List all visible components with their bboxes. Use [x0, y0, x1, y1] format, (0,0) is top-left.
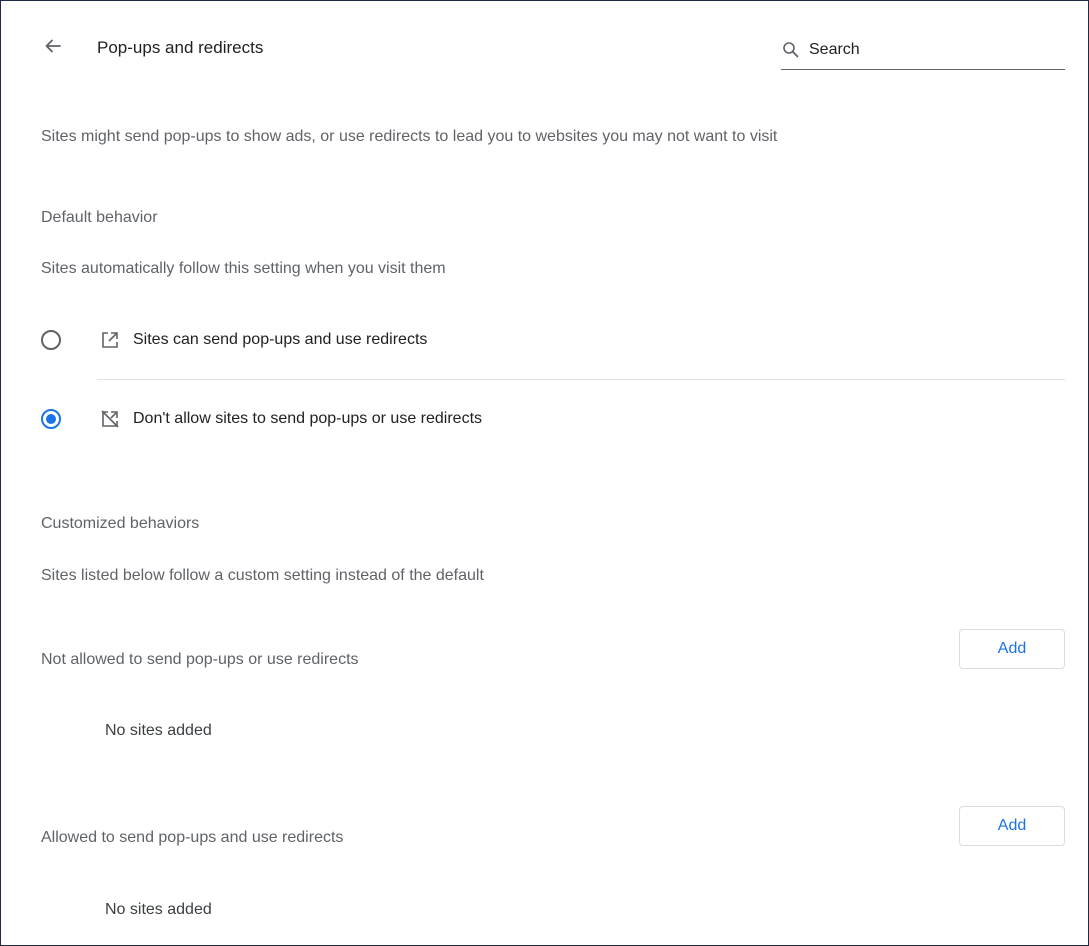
page-title: Pop-ups and redirects: [97, 38, 264, 57]
default-behavior-heading: Default behavior: [41, 209, 158, 226]
option-divider: [97, 379, 1065, 380]
search-icon: [781, 40, 801, 60]
customized-behaviors-subtext: Sites listed below follow a custom setti…: [41, 567, 484, 584]
popup-blocked-icon: [99, 408, 121, 430]
default-behavior-subtext: Sites automatically follow this setting …: [41, 260, 446, 277]
radio-button-allow[interactable]: [41, 330, 61, 350]
search-input[interactable]: [809, 41, 1049, 59]
back-button[interactable]: [37, 33, 69, 63]
radio-option-block[interactable]: Don't allow sites to send pop-ups or use…: [37, 397, 1065, 441]
customized-behaviors-heading: Customized behaviors: [41, 515, 200, 532]
open-in-new-icon: [99, 329, 121, 351]
radio-button-block[interactable]: [41, 409, 61, 429]
search-box[interactable]: [781, 31, 1065, 70]
blocked-list-label: Not allowed to send pop-ups or use redir…: [41, 651, 359, 668]
radio-label-allow: Sites can send pop-ups and use redirects: [133, 331, 428, 348]
radio-option-allow[interactable]: Sites can send pop-ups and use redirects: [37, 318, 1065, 362]
allowed-list-label: Allowed to send pop-ups and use redirect…: [41, 829, 344, 846]
arrow-back-icon: [43, 36, 63, 61]
page-description: Sites might send pop-ups to show ads, or…: [41, 128, 778, 145]
settings-page: Pop-ups and redirects Sites might send p…: [0, 0, 1089, 946]
add-blocked-site-button[interactable]: Add: [959, 629, 1065, 669]
blocked-list-empty-message: No sites added: [105, 722, 212, 739]
radio-label-block: Don't allow sites to send pop-ups or use…: [133, 410, 483, 427]
allowed-list-empty-message: No sites added: [105, 901, 212, 918]
add-allowed-site-button[interactable]: Add: [959, 806, 1065, 846]
